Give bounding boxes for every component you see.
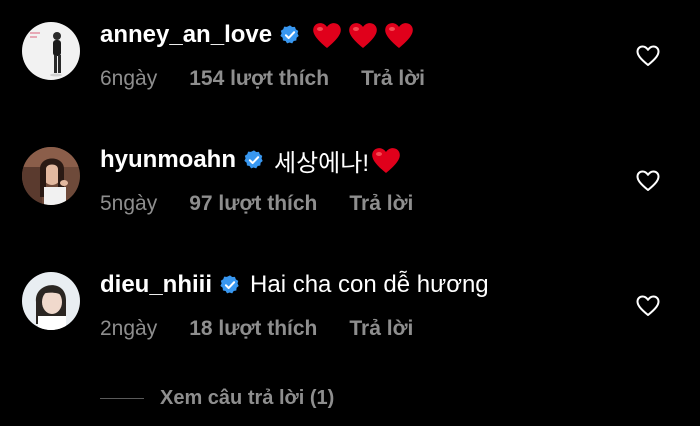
comment-meta: 2ngày 18 lượt thích Trả lời [100,314,413,344]
comment-item: hyunmoahn 세상에나! 5ngày 97 lượt thích Trả … [0,125,700,235]
avatar[interactable] [22,147,80,205]
avatar[interactable] [22,22,80,80]
verified-badge-icon [220,275,239,294]
comment-username[interactable]: anney_an_love [100,21,272,49]
heart-outline-icon[interactable] [636,169,660,193]
avatar[interactable] [22,272,80,330]
comment-likes[interactable]: 154 lượt thích [189,67,329,91]
comment-meta: 5ngày 97 lượt thích Trả lời [100,189,413,219]
heart-outline-icon[interactable] [636,44,660,68]
comment-username[interactable]: hyunmoahn [100,146,236,174]
comment-time: 6ngày [100,67,158,90]
reply-button[interactable]: Trả lời [349,192,413,216]
view-replies-button[interactable]: Xem câu trả lời (1) [100,384,334,412]
comment-time: 5ngày [100,192,158,215]
red-heart-emoji-icon [313,23,341,48]
comment-meta: 6ngày 154 lượt thích Trả lời [100,64,425,94]
red-heart-emoji-icon [349,23,377,48]
reply-button[interactable]: Trả lời [349,317,413,341]
verified-badge-icon [280,25,299,44]
heart-emojis [312,21,420,49]
comment-text: 세상에나! [274,149,369,177]
comment-header: anney_an_love [100,18,420,52]
comment-item: dieu_nhiii Hai cha con dễ hương 2ngày 18… [0,250,700,360]
comment-header: hyunmoahn 세상에나! [100,143,407,177]
heart-outline-icon[interactable] [636,294,660,318]
comment-text: Hai cha con dễ hương [250,271,489,298]
red-heart-emoji-icon [372,148,400,173]
comment-username[interactable]: dieu_nhiii [100,271,212,299]
comment-header: dieu_nhiii Hai cha con dễ hương [100,268,489,302]
divider-line [100,397,144,399]
comment-likes[interactable]: 97 lượt thích [189,192,317,216]
comment-time: 2ngày [100,317,158,340]
heart-emojis [371,146,407,174]
reply-button[interactable]: Trả lời [361,67,425,91]
verified-badge-icon [244,150,263,169]
view-replies-label: Xem câu trả lời (1) [160,386,335,409]
comment-item: anney_an_love 6ngày 154 lượt thích Trả l… [0,0,700,110]
red-heart-emoji-icon [385,23,413,48]
comment-likes[interactable]: 18 lượt thích [189,317,317,341]
